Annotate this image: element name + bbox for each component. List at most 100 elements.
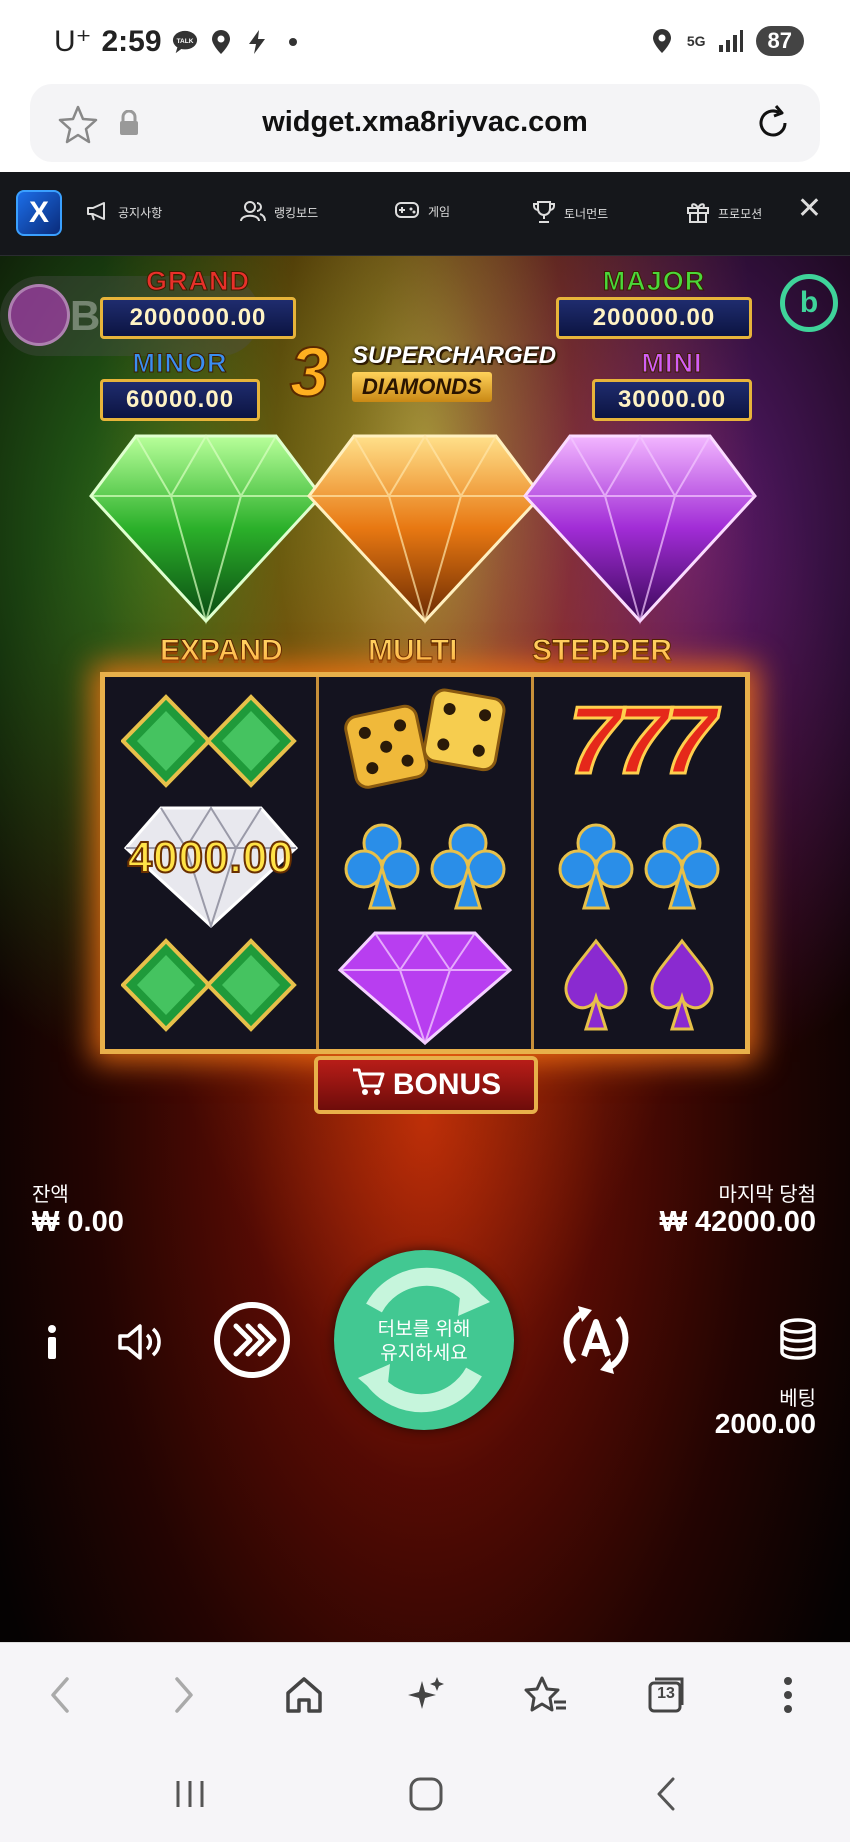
charging-icon bbox=[244, 29, 270, 55]
sound-button[interactable] bbox=[112, 1314, 168, 1374]
jackpot-mini: MINI 30000.00 bbox=[592, 348, 752, 421]
title-line-2: DIAMONDS bbox=[352, 372, 492, 402]
cart-icon bbox=[351, 1066, 385, 1104]
close-icon[interactable]: ✕ bbox=[797, 194, 822, 224]
title-number: 3 bbox=[289, 332, 330, 412]
system-home-icon bbox=[409, 1777, 443, 1811]
blue-clubs-icon bbox=[534, 803, 745, 923]
jackpot-grand-value: 2000000.00 bbox=[100, 297, 296, 339]
reel-2 bbox=[319, 677, 534, 1049]
location-icon bbox=[649, 28, 675, 54]
last-win-value: ₩ 42000.00 bbox=[659, 1206, 816, 1238]
system-nav-bar bbox=[0, 1744, 850, 1842]
green-diamonds-icon bbox=[105, 925, 316, 1045]
users-icon bbox=[240, 200, 266, 225]
nav-promotion-label: 프로모션 bbox=[718, 207, 763, 221]
system-back-button[interactable] bbox=[636, 1772, 696, 1816]
home-button[interactable] bbox=[278, 1669, 330, 1721]
back-button[interactable] bbox=[34, 1669, 86, 1721]
gift-icon bbox=[686, 200, 710, 227]
sevens-text: 777 bbox=[567, 686, 718, 796]
address-bar[interactable]: widget.xma8riyvac.com bbox=[30, 84, 820, 162]
jackpot-major-value: 200000.00 bbox=[556, 297, 752, 339]
reel-1: 4000.00 bbox=[105, 677, 320, 1049]
recent-apps-button[interactable] bbox=[160, 1772, 220, 1816]
bet-value: 2000.00 bbox=[714, 1408, 816, 1439]
reload-icon[interactable] bbox=[752, 102, 794, 149]
turbo-button[interactable] bbox=[212, 1300, 292, 1385]
orange-diamond-icon bbox=[304, 426, 546, 631]
nav-games[interactable]: 게임 bbox=[394, 200, 450, 223]
nav-promotion[interactable]: 프로모션 bbox=[686, 200, 762, 227]
talk-icon: TALK bbox=[172, 29, 198, 55]
spin-hint-line-1: 터보를 위해 bbox=[377, 1319, 471, 1340]
info-button[interactable] bbox=[34, 1314, 70, 1374]
more-menu-button[interactable] bbox=[762, 1669, 814, 1721]
info-icon bbox=[45, 1324, 59, 1365]
balance-label: 잔액 bbox=[32, 1184, 69, 1206]
blue-clubs-icon bbox=[319, 803, 530, 923]
jackpot-major-label: MAJOR bbox=[602, 266, 706, 297]
url-area: widget.xma8riyvac.com bbox=[0, 80, 850, 172]
jackpot-minor: MINOR 60000.00 bbox=[100, 348, 260, 421]
autoplay-button[interactable] bbox=[556, 1302, 636, 1382]
nav-ranking-label: 랭킹보드 bbox=[274, 206, 319, 220]
win-value: 4000.00 bbox=[127, 832, 294, 883]
url-text: widget.xma8riyvac.com bbox=[262, 106, 588, 138]
title-line-1: SUPERCHARGED bbox=[352, 342, 557, 369]
sparkles-icon bbox=[408, 1677, 444, 1709]
ai-assistant-button[interactable] bbox=[400, 1669, 452, 1721]
jackpot-mini-value: 30000.00 bbox=[592, 379, 752, 421]
green-diamond-icon bbox=[86, 426, 326, 631]
recent-apps-icon bbox=[176, 1781, 204, 1807]
reels: 4000.00 777 bbox=[100, 672, 750, 1054]
trophy-icon bbox=[532, 200, 556, 227]
game-area[interactable]: BNG b GRAND 2000000.00 MAJOR 200000.00 M… bbox=[0, 256, 850, 1642]
battery-level: 87 bbox=[755, 26, 804, 56]
site-logo[interactable]: X bbox=[16, 190, 62, 236]
jackpot-major: MAJOR 200000.00 bbox=[556, 266, 752, 339]
spin-hint: 터보를 위해 유지하세요 bbox=[334, 1318, 514, 1366]
site-nav: X 공지사항 랭킹보드 게임 토너먼트 프로모션 ✕ bbox=[0, 172, 850, 256]
mode-stepper: STEPPER bbox=[531, 634, 673, 668]
jackpot-grand-label: GRAND bbox=[146, 266, 250, 297]
nav-tournament[interactable]: 토너먼트 bbox=[532, 200, 608, 227]
carrier-label: U⁺ bbox=[54, 25, 92, 58]
jackpot-minor-value: 60000.00 bbox=[100, 379, 260, 421]
mode-expand: EXPAND bbox=[160, 634, 284, 668]
purple-diamond-icon bbox=[520, 426, 760, 631]
spin-button[interactable]: 터보를 위해 유지하세요 bbox=[334, 1250, 514, 1430]
balance-value: ₩ 0.00 bbox=[32, 1206, 124, 1238]
purple-diamond-icon bbox=[319, 925, 530, 1045]
tabs-button[interactable]: 13 bbox=[640, 1669, 692, 1721]
bonus-buy-button[interactable]: BONUS bbox=[314, 1056, 538, 1114]
dot-icon bbox=[280, 29, 306, 55]
system-back-icon bbox=[657, 1777, 675, 1811]
forward-button[interactable] bbox=[158, 1669, 210, 1721]
star-list-icon bbox=[524, 1676, 566, 1712]
fast-forward-icon bbox=[212, 1300, 292, 1385]
last-win-label: 마지막 당첨 bbox=[718, 1184, 816, 1206]
bet-label: 베팅 bbox=[779, 1388, 816, 1410]
gamepad-icon bbox=[394, 200, 420, 223]
system-home-button[interactable] bbox=[396, 1772, 456, 1816]
browser-toolbar: 13 bbox=[0, 1642, 850, 1744]
spin-hint-line-2: 유지하세요 bbox=[380, 1343, 468, 1364]
network-label: 5G bbox=[686, 33, 706, 49]
chevron-right-icon bbox=[175, 1677, 193, 1713]
nav-notices-label: 공지사항 bbox=[118, 206, 163, 220]
provider-logo-icon bbox=[8, 284, 70, 346]
nav-tournament-label: 토너먼트 bbox=[564, 207, 609, 221]
bet-button[interactable] bbox=[774, 1316, 822, 1368]
tab-count: 13 bbox=[657, 1685, 675, 1702]
bookmarks-button[interactable] bbox=[520, 1669, 572, 1721]
game-title: 3 SUPERCHARGED DIAMONDS bbox=[289, 332, 556, 412]
nav-ranking[interactable]: 랭킹보드 bbox=[240, 200, 318, 225]
megaphone-icon bbox=[86, 200, 110, 225]
jackpot-grand: GRAND 2000000.00 bbox=[100, 266, 296, 339]
game-menu-logo-icon[interactable]: b bbox=[780, 274, 838, 332]
purple-spades-icon bbox=[534, 925, 745, 1045]
jackpot-mini-label: MINI bbox=[641, 348, 703, 379]
nav-notices[interactable]: 공지사항 bbox=[86, 200, 162, 225]
green-diamonds-icon bbox=[105, 681, 316, 801]
